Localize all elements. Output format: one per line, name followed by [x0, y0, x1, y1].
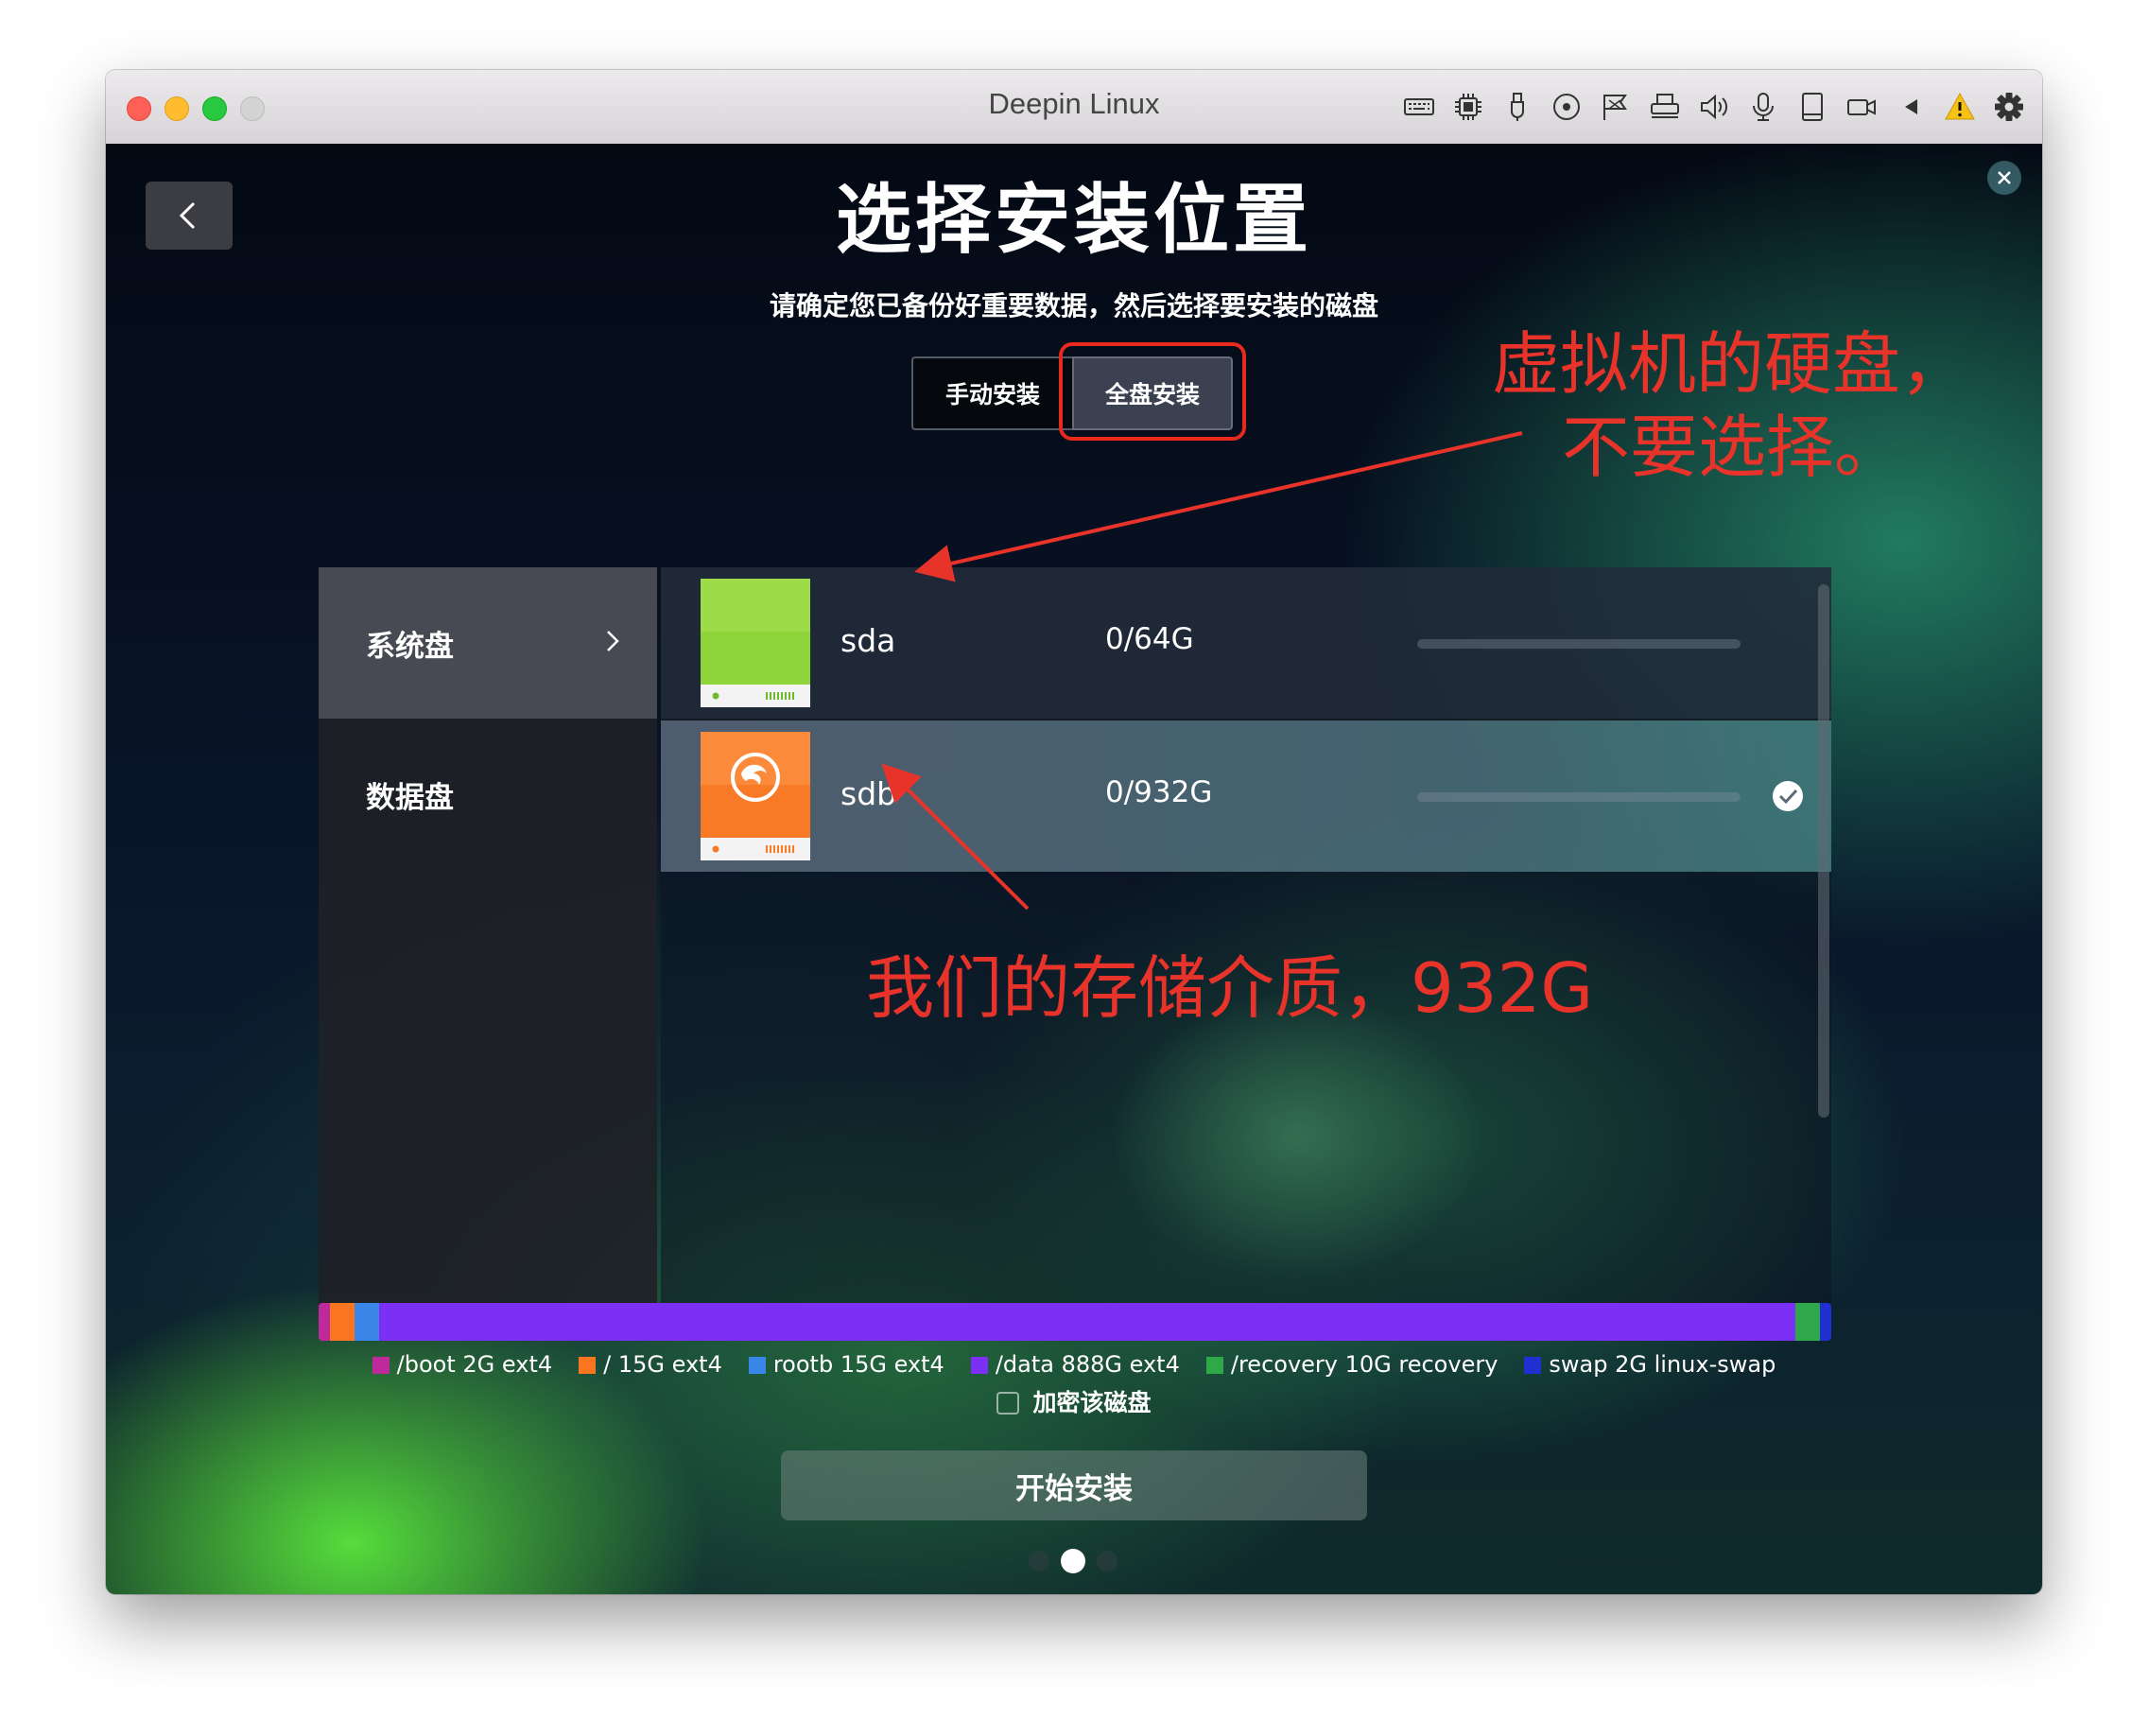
start-install-button[interactable]: 开始安装 [781, 1450, 1367, 1520]
legend-label: / 15G ext4 [603, 1351, 722, 1378]
annotation-virtual-disk-line2: 不要选择。 [1562, 408, 1903, 487]
cpu-icon[interactable] [1452, 91, 1484, 123]
disk-size: 0/64G [1105, 622, 1194, 656]
highlight-ring [1059, 342, 1246, 441]
pager-dot-1 [1029, 1551, 1049, 1571]
triangle-left-icon[interactable] [1895, 91, 1927, 123]
partition-segment [330, 1303, 355, 1341]
disk-name: sdb [840, 775, 897, 812]
vm-window: Deepin Linux 选择安装位置 请确定您已备份好重要数据，然后选择要安装… [106, 70, 2042, 1594]
network-icon[interactable] [1600, 91, 1632, 123]
keyboard-icon[interactable] [1403, 91, 1435, 123]
tab-manual-install[interactable]: 手动安装 [911, 356, 1072, 430]
partition-segment [1795, 1303, 1820, 1341]
disk-usage-bar [1417, 639, 1741, 649]
title-bar: Deepin Linux [106, 70, 2042, 145]
disk-name: sda [840, 622, 896, 659]
disk-size: 0/932G [1105, 775, 1213, 809]
speaker-icon[interactable] [1698, 91, 1730, 123]
legend-item: / 15G ext4 [579, 1351, 722, 1378]
legend-label: /recovery 10G recovery [1230, 1351, 1498, 1378]
disk-usage-bar [1417, 792, 1741, 802]
legend-item: /data 888G ext4 [970, 1351, 1180, 1378]
printer-icon[interactable] [1649, 91, 1681, 123]
legend-label: /data 888G ext4 [995, 1351, 1180, 1378]
category-data-disk[interactable]: 数据盘 [319, 719, 657, 870]
camera-icon[interactable] [1845, 91, 1878, 123]
disk-row-sda[interactable]: sda 0/64G [661, 567, 1831, 720]
disk-row-sdb[interactable]: sdb 0/932G [661, 720, 1831, 872]
annotation-storage-media: 我们的存储介质，932G [866, 948, 1594, 1028]
encrypt-disk-option[interactable]: 加密该磁盘 [106, 1384, 2042, 1418]
warning-icon[interactable] [1944, 91, 1976, 123]
disk-category-list: 系统盘 数据盘 [319, 567, 657, 1314]
legend-label: /boot 2G ext4 [396, 1351, 553, 1378]
legend-item: swap 2G linux-swap [1524, 1351, 1776, 1378]
category-label: 数据盘 [366, 780, 454, 815]
checkmark-icon [1773, 781, 1803, 811]
partition-segment [379, 1303, 1795, 1341]
deepin-disk-orange-icon [701, 732, 810, 860]
category-system-disk[interactable]: 系统盘 [319, 567, 657, 719]
legend-swatch [1524, 1357, 1542, 1374]
legend-label: rootb 15G ext4 [772, 1351, 944, 1378]
disc-icon[interactable] [1550, 91, 1583, 123]
gear-icon[interactable] [1993, 91, 2025, 123]
legend-item: rootb 15G ext4 [748, 1351, 944, 1378]
pager-dot-2-active [1061, 1549, 1085, 1573]
partition-legend: /boot 2G ext4 / 15G ext4 rootb 15G ext4/da… [106, 1350, 2042, 1378]
partition-segment [319, 1303, 330, 1341]
partition-segment [1820, 1303, 1831, 1341]
legend-swatch [372, 1357, 390, 1374]
category-label: 系统盘 [366, 629, 454, 664]
pager-dot-3 [1097, 1551, 1117, 1571]
legend-label: swap 2G linux-swap [1549, 1351, 1776, 1378]
partition-segment [355, 1303, 379, 1341]
legend-swatch [970, 1357, 988, 1374]
chevron-right-icon [607, 631, 619, 651]
device-icon[interactable] [1796, 91, 1828, 123]
partition-layout-bar [319, 1303, 1831, 1341]
legend-item: /boot 2G ext4 [372, 1351, 552, 1378]
usb-icon[interactable] [1501, 91, 1533, 123]
legend-swatch [1205, 1357, 1223, 1374]
page-title: 选择安装位置 [836, 176, 1312, 264]
hard-disk-green-icon [701, 579, 810, 707]
encrypt-checkbox[interactable] [996, 1392, 1020, 1415]
legend-swatch [579, 1357, 597, 1374]
scrollbar-thumb[interactable] [1818, 584, 1829, 1118]
legend-swatch [748, 1357, 766, 1374]
legend-item: /recovery 10G recovery [1205, 1351, 1498, 1378]
encrypt-label: 加密该磁盘 [1032, 1389, 1152, 1416]
disk-list-scrollbar[interactable] [1818, 584, 1829, 1118]
microphone-icon[interactable] [1747, 91, 1779, 123]
